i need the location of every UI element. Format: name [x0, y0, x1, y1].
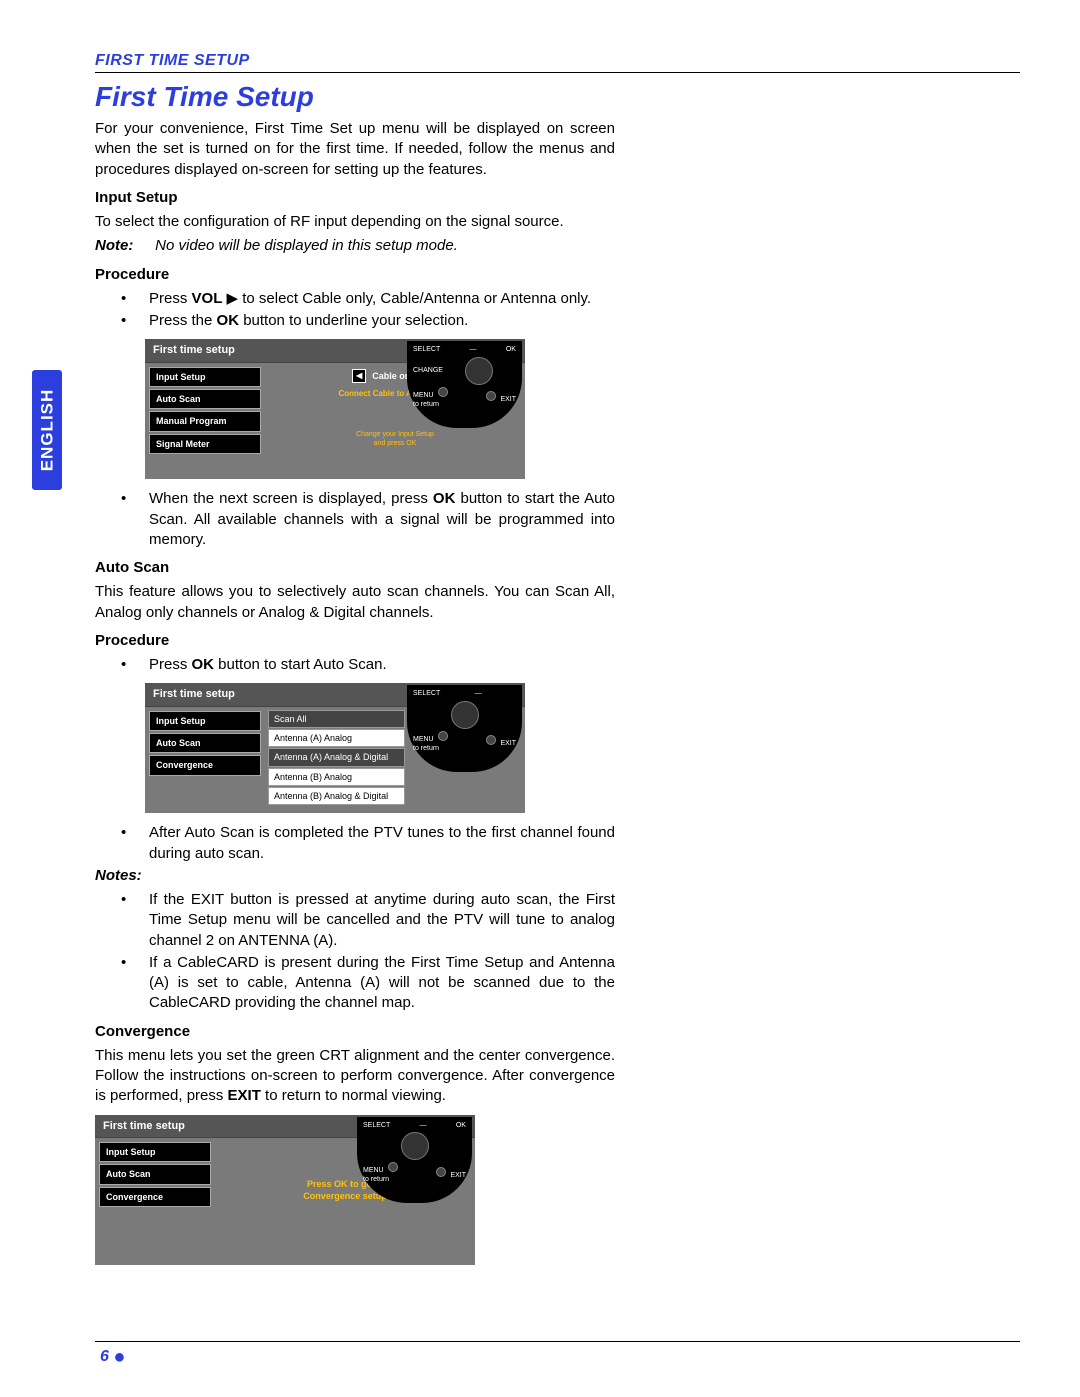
input-setup-heading: Input Setup — [95, 188, 615, 208]
dpad-icon — [401, 1132, 429, 1160]
procedure-list-1: Press VOL ▶ to select Cable only, Cable/… — [95, 289, 615, 332]
osd-screenshot-1: First time setup Input Setup Auto Scan M… — [145, 339, 525, 479]
osd-menu-item: Signal Meter — [149, 434, 261, 454]
notes-label: Notes: — [95, 866, 615, 886]
osd-menu-item: Auto Scan — [149, 733, 261, 753]
input-setup-body: To select the configuration of RF input … — [95, 212, 615, 232]
list-item: Press the OK button to underline your se… — [149, 311, 615, 331]
osd1-menu: Input Setup Auto Scan Manual Program Sig… — [145, 363, 265, 460]
bullet-icon: ● — [113, 1346, 125, 1368]
procedure-heading-2: Procedure — [95, 631, 615, 651]
osd-list-item: Antenna (A) Analog & Digital — [268, 748, 405, 766]
button-dot-icon — [486, 391, 496, 401]
button-dot-icon — [438, 731, 448, 741]
list-item: Press OK button to start Auto Scan. — [149, 655, 615, 675]
osd-menu-item: Input Setup — [149, 367, 261, 387]
convergence-heading: Convergence — [95, 1022, 615, 1042]
osd-menu-item: Auto Scan — [149, 389, 261, 409]
intro-paragraph: For your convenience, First Time Set up … — [95, 119, 615, 180]
list-item: When the next screen is displayed, press… — [149, 489, 615, 550]
convergence-body: This menu lets you set the green CRT ali… — [95, 1046, 615, 1107]
auto-scan-heading: Auto Scan — [95, 558, 615, 578]
procedure-list-2b: After Auto Scan is completed the PTV tun… — [95, 823, 615, 864]
osd3-remote-hint: SELECT—OK MENU to return EXIT — [357, 1117, 472, 1203]
osd2-menu: Input Setup Auto Scan Convergence — [145, 707, 265, 809]
osd-menu-item: Convergence — [99, 1187, 211, 1207]
page-number: 6 ● — [100, 1346, 125, 1369]
procedure-list-1b: When the next screen is displayed, press… — [95, 489, 615, 550]
left-arrow-icon: ◀ — [352, 369, 366, 383]
list-item: Press VOL ▶ to select Cable only, Cable/… — [149, 289, 615, 309]
list-item: If a CableCARD is present during the Fir… — [149, 953, 615, 1014]
procedure-list-2: Press OK button to start Auto Scan. — [95, 655, 615, 675]
osd-list-item: Antenna (A) Analog — [268, 729, 405, 747]
osd-list-item: Antenna (B) Analog & Digital — [268, 787, 405, 805]
osd-menu-item: Auto Scan — [99, 1164, 211, 1184]
section-header-small: FIRST TIME SETUP — [95, 52, 1020, 70]
procedure-heading-1: Procedure — [95, 265, 615, 285]
osd-menu-item: Input Setup — [149, 711, 261, 731]
osd-menu-item: Input Setup — [99, 1142, 211, 1162]
osd-list-item: Antenna (B) Analog — [268, 768, 405, 786]
footer-rule — [95, 1341, 1020, 1342]
button-dot-icon — [438, 387, 448, 397]
auto-scan-body: This feature allows you to selectively a… — [95, 582, 615, 623]
content-column: For your convenience, First Time Set up … — [95, 119, 615, 1265]
osd-menu-item: Manual Program — [149, 411, 261, 431]
osd-list-item: Scan All — [268, 710, 405, 728]
button-dot-icon — [436, 1167, 446, 1177]
header-rule — [95, 72, 1020, 73]
dpad-icon — [465, 357, 493, 385]
osd-menu-item: Convergence — [149, 755, 261, 775]
osd-screenshot-2: First time setup Input Setup Auto Scan C… — [145, 683, 525, 813]
osd1-remote-hint: SELECT—OK CHANGE MENU to return EXIT — [407, 341, 522, 427]
osd-screenshot-3: First time setup Input Setup Auto Scan C… — [95, 1115, 475, 1265]
input-setup-note: Note: No video will be displayed in this… — [95, 236, 615, 256]
osd2-remote-hint: SELECT— MENU to return EXIT — [407, 685, 522, 771]
dpad-icon — [451, 701, 479, 729]
notes-list: If the EXIT button is pressed at anytime… — [95, 890, 615, 1014]
list-item: If the EXIT button is pressed at anytime… — [149, 890, 615, 951]
button-dot-icon — [388, 1162, 398, 1172]
page-title: First Time Setup — [95, 81, 1020, 113]
button-dot-icon — [486, 735, 496, 745]
osd3-menu: Input Setup Auto Scan Convergence — [95, 1138, 215, 1212]
list-item: After Auto Scan is completed the PTV tun… — [149, 823, 615, 864]
